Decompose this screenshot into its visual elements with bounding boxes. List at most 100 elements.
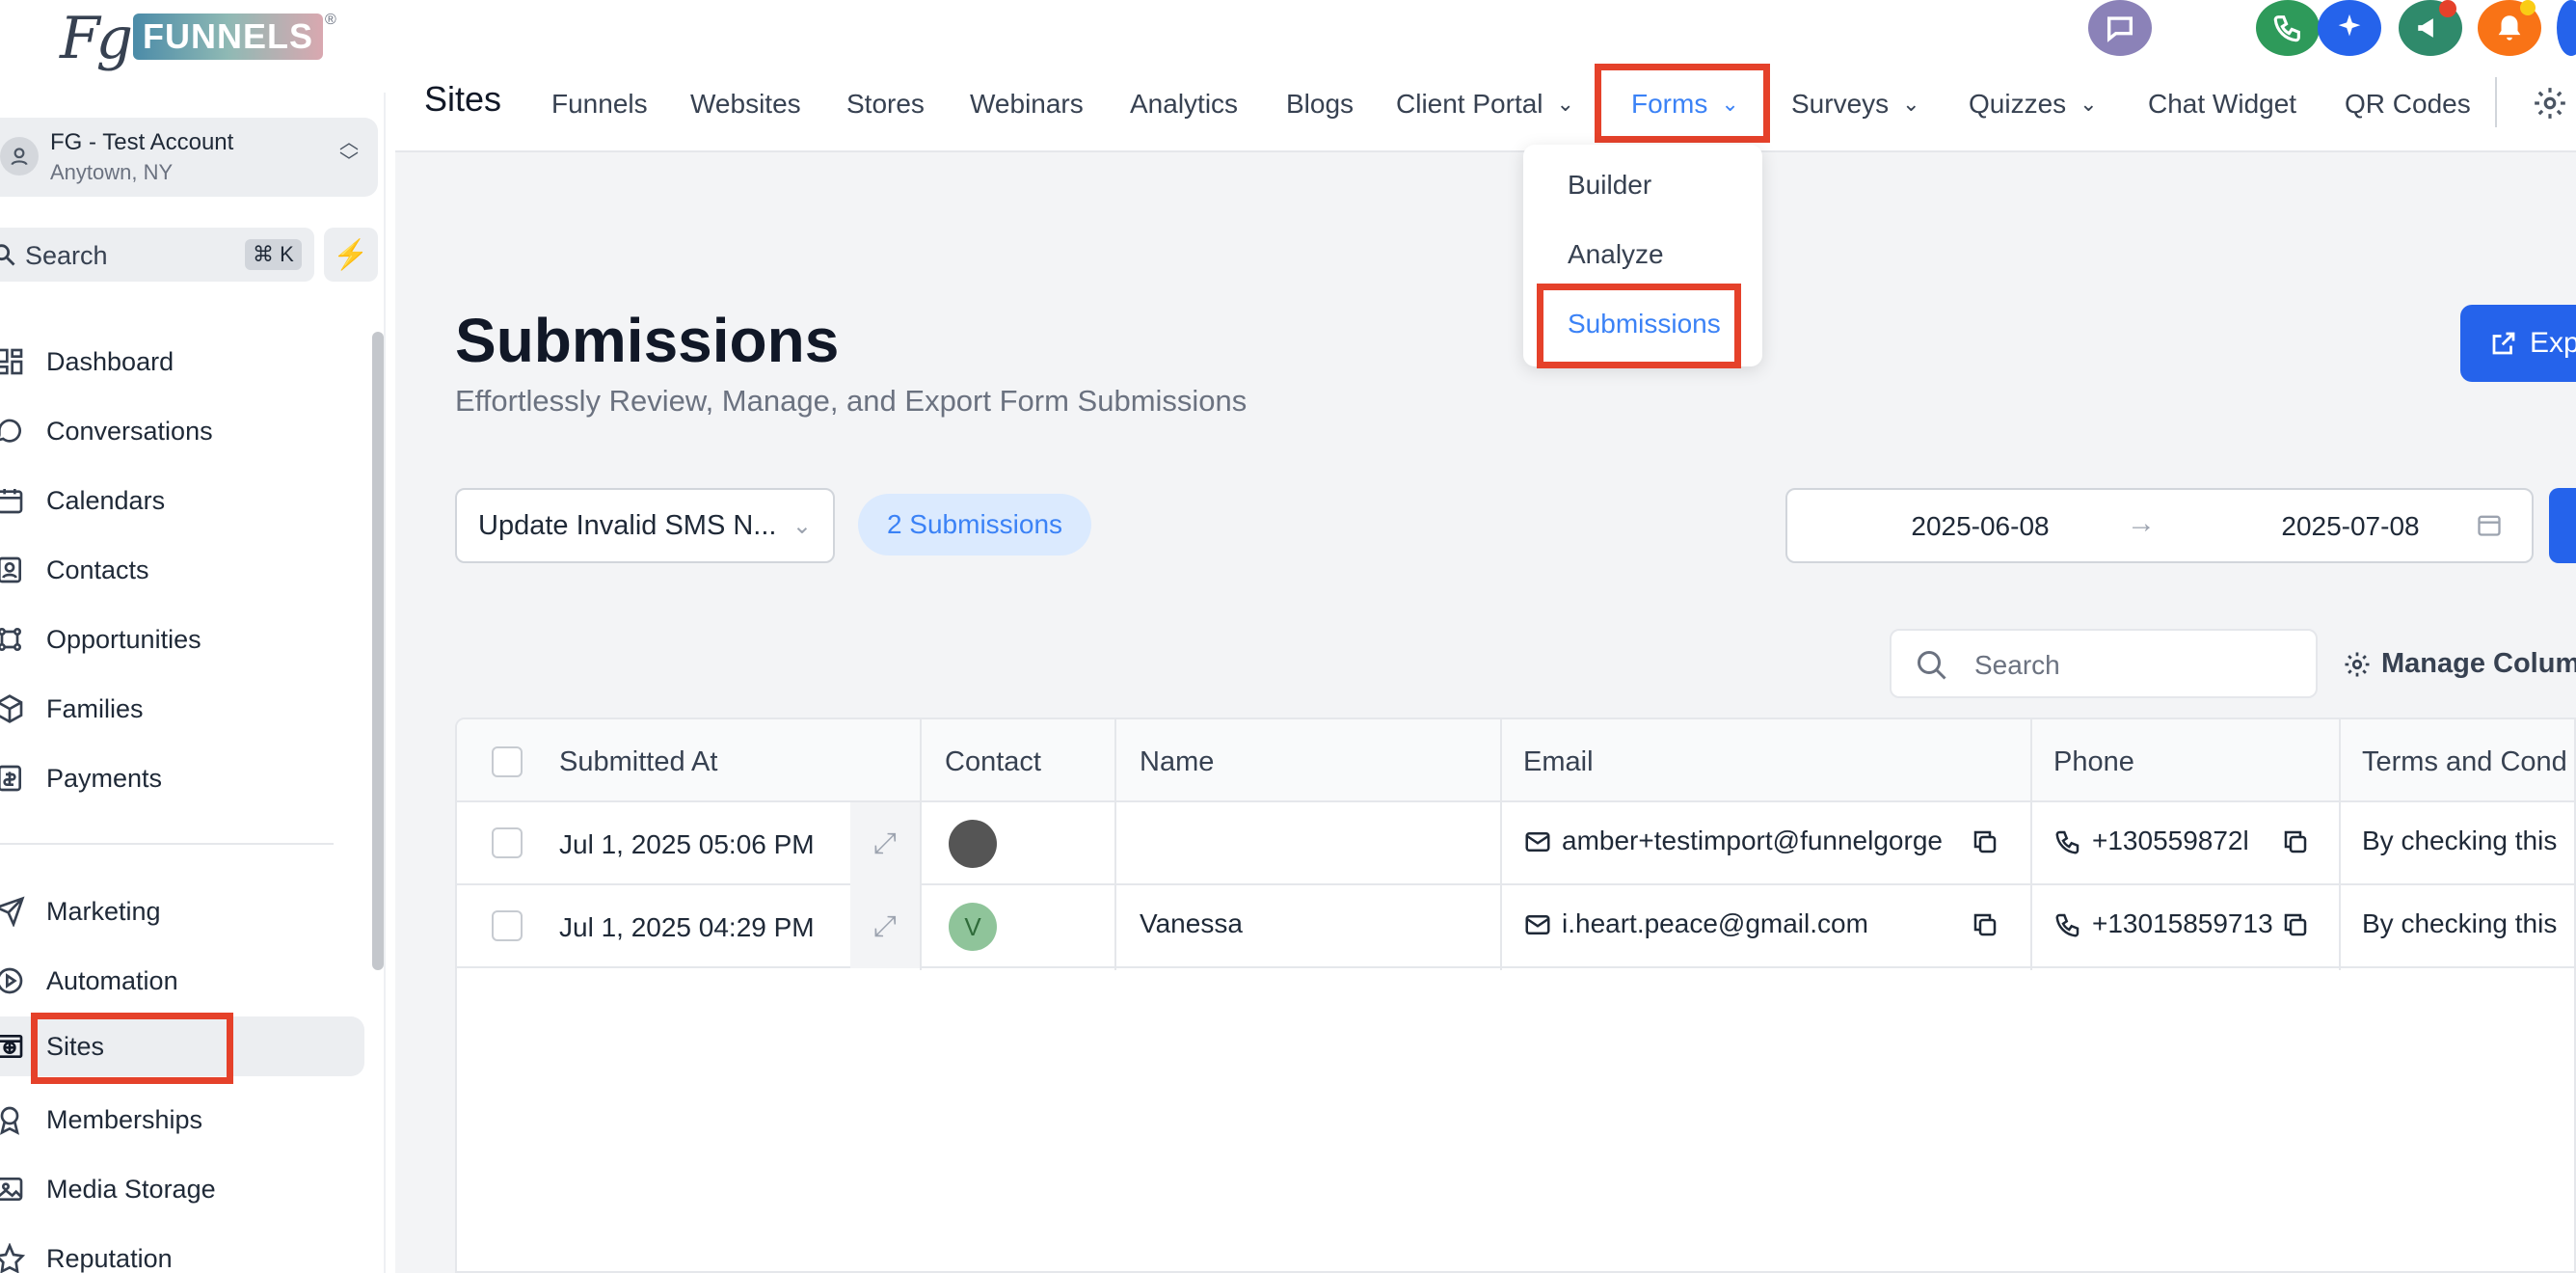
ai-assistant-button[interactable] [2318, 0, 2381, 56]
tab-label: Client Portal [1396, 89, 1543, 119]
sidebar-search[interactable]: Search ⌘ K [0, 228, 314, 282]
row-checkbox[interactable] [492, 827, 523, 858]
contacts-icon [0, 540, 46, 600]
sidebar-scrollbar[interactable] [372, 332, 384, 970]
date-from[interactable]: 2025-06-08 [1884, 511, 2077, 542]
sidebar-item-memberships[interactable]: Memberships [0, 1090, 364, 1150]
search-icon [1918, 651, 1946, 680]
tab-webinars[interactable]: Webinars [970, 89, 1084, 120]
dashboard-icon [0, 332, 46, 392]
message-icon [2106, 16, 2133, 42]
sidebar-item-payments[interactable]: Payments [0, 748, 364, 808]
copy-icon[interactable] [2281, 910, 2310, 939]
sidebar-item-label: Contacts [46, 555, 149, 584]
sidebar-item-opportunities[interactable]: Opportunities [0, 609, 364, 669]
table-row[interactable]: Jul 1, 2025 05:06 PM ⤢ amber+testimport@… [457, 802, 2574, 885]
terms-cell: By checking this [2362, 826, 2558, 855]
bell-icon [2498, 15, 2521, 41]
phone-cell[interactable]: +13015859713 [2092, 908, 2275, 939]
payments-icon [0, 748, 46, 808]
copy-icon[interactable] [1971, 910, 1999, 939]
sites-highlight-box [31, 1013, 233, 1084]
chat-widget-button[interactable] [2088, 0, 2152, 56]
email-cell[interactable]: i.heart.peace@gmail.com [1562, 908, 1963, 939]
gear-icon[interactable] [2532, 85, 2568, 122]
apply-filter-button[interactable] [2549, 488, 2576, 563]
send-icon [0, 881, 46, 941]
topnav-divider [2495, 77, 2497, 127]
column-header-submitted-at[interactable]: Submitted At [559, 746, 717, 778]
mail-icon [1525, 915, 1550, 934]
chevron-down-icon: ⌄ [1556, 92, 1574, 116]
menu-item-analyze[interactable]: Analyze [1568, 239, 1664, 270]
tab-label: Funnels [551, 89, 648, 119]
column-header-name[interactable]: Name [1140, 746, 1214, 778]
quick-actions-button[interactable]: ⚡ [324, 228, 378, 282]
select-all-checkbox[interactable] [492, 746, 523, 777]
sidebar-item-marketing[interactable]: Marketing [0, 881, 364, 941]
profile-button[interactable] [2557, 0, 2576, 56]
tab-label: Surveys [1791, 89, 1890, 119]
export-button[interactable]: Exp [2460, 305, 2576, 382]
tab-surveys[interactable]: Surveys ⌄ [1791, 89, 1920, 120]
tab-qr-codes[interactable]: QR Codes [2345, 89, 2471, 120]
form-select-dropdown[interactable]: Update Invalid SMS N... ⌄ [455, 488, 835, 563]
announcements-button[interactable] [2399, 0, 2462, 56]
lightning-icon: ⚡ [333, 238, 369, 271]
tab-stores[interactable]: Stores [846, 89, 925, 120]
search-shortcut-badge: ⌘ K [245, 239, 302, 270]
row-checkbox[interactable] [492, 910, 523, 941]
badge-icon [0, 1090, 46, 1150]
sidebar-item-calendars[interactable]: Calendars [0, 471, 364, 530]
sidebar-item-families[interactable]: Families [0, 679, 364, 739]
sidebar-item-media-storage[interactable]: Media Storage [0, 1159, 364, 1219]
name-cell: Vanessa [1140, 908, 1243, 938]
brand-logo[interactable]: Fg FUNNELS ® [60, 4, 336, 83]
avatar[interactable] [949, 820, 997, 868]
column-header-email[interactable]: Email [1523, 746, 1594, 778]
chevron-down-icon: ⌄ [2080, 92, 2098, 116]
menu-item-builder[interactable]: Builder [1568, 170, 1651, 201]
tab-analytics[interactable]: Analytics [1130, 89, 1238, 120]
date-to[interactable]: 2025-07-08 [2254, 511, 2447, 542]
table-row[interactable]: Jul 1, 2025 04:29 PM ⤢ V Vanessa i.heart… [457, 885, 2574, 968]
box-icon [0, 679, 46, 739]
sidebar-item-conversations[interactable]: Conversations [0, 401, 364, 461]
sidebar-item-automation[interactable]: Automation [0, 951, 364, 1011]
notifications-button[interactable] [2478, 0, 2541, 56]
tab-blogs[interactable]: Blogs [1286, 89, 1354, 120]
email-cell[interactable]: amber+testimport@funnelgorge [1562, 826, 1963, 856]
chevron-down-icon: ⌄ [792, 512, 812, 539]
table-search-input[interactable]: Search [1890, 629, 2318, 698]
tab-funnels[interactable]: Funnels [551, 89, 648, 120]
copy-icon[interactable] [1971, 827, 1999, 856]
logo-text: FUNNELS [133, 14, 324, 60]
tab-label: QR Codes [2345, 89, 2471, 119]
sidebar-item-contacts[interactable]: Contacts [0, 540, 364, 600]
tab-label: Stores [846, 89, 925, 119]
sidebar-item-label: Opportunities [46, 624, 201, 654]
tab-client-portal[interactable]: Client Portal ⌄ [1396, 89, 1574, 120]
expand-icon[interactable]: ⤢ [850, 885, 920, 968]
column-header-phone[interactable]: Phone [2053, 746, 2134, 778]
avatar[interactable]: V [949, 903, 997, 951]
account-switcher[interactable]: FG - Test Account Anytown, NY ︿ ﹀ [0, 118, 378, 197]
sidebar-item-reputation[interactable]: Reputation [0, 1229, 364, 1273]
manage-columns-button[interactable]: Manage Colum [2343, 648, 2576, 680]
tab-label: Blogs [1286, 89, 1355, 119]
copy-icon[interactable] [2281, 827, 2310, 856]
tab-quizzes[interactable]: Quizzes ⌄ [1969, 89, 2098, 120]
tab-chat-widget[interactable]: Chat Widget [2148, 89, 2296, 120]
submissions-count-badge: 2 Submissions [858, 494, 1091, 555]
opportunities-icon [0, 609, 46, 669]
sidebar-item-dashboard[interactable]: Dashboard [0, 332, 364, 392]
form-select-value: Update Invalid SMS N... [478, 509, 777, 541]
expand-icon[interactable]: ⤢ [850, 802, 920, 885]
date-range-picker[interactable]: 2025-06-08 → 2025-07-08 [1785, 488, 2534, 563]
phone-icon [2055, 913, 2080, 937]
column-header-terms[interactable]: Terms and Cond [2362, 746, 2567, 778]
phone-button[interactable] [2256, 0, 2320, 56]
column-header-contact[interactable]: Contact [945, 746, 1041, 778]
phone-cell[interactable]: +130559872l [2092, 826, 2275, 856]
tab-websites[interactable]: Websites [690, 89, 801, 120]
